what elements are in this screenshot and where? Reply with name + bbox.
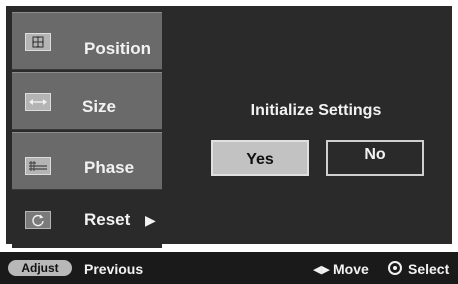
size-icon [25,93,51,111]
menu-panel: Position Size Phase Reset ▶ Initialize S… [6,6,452,248]
adjust-badge: Adjust [8,260,72,276]
footer-move-label: Move [333,261,369,277]
menu-item-label: Position [84,39,152,58]
yes-button[interactable]: Yes [211,140,309,176]
dialog-title: Initialize Settings [250,102,382,119]
menu-item-label: Size [82,97,117,116]
footer-bar: Adjust Previous ◀▶ Move Select [0,252,458,284]
osd-screen: Position Size Phase Reset ▶ Initialize S… [0,0,458,284]
adjust-label: Adjust [21,261,59,275]
footer-previous-label: Previous [84,261,144,277]
left-right-arrows-icon: ◀▶ [313,264,330,276]
menu-item-position[interactable]: Position [12,12,162,70]
position-icon [25,33,51,51]
menu-item-phase[interactable]: Phase [12,132,162,190]
submenu-arrow-icon: ▶ [145,212,156,228]
select-icon [388,261,402,275]
menu-item-reset[interactable]: Reset ▶ [12,192,162,248]
menu-item-label: Phase [84,158,135,177]
no-button-label: No [364,146,386,163]
yes-button-label: Yes [246,151,274,168]
reset-icon [25,211,51,229]
menu-item-label: Reset [84,210,131,229]
phase-icon [25,157,51,175]
no-button[interactable]: No [326,140,424,176]
menu-item-size[interactable]: Size [12,72,162,130]
footer-select-label: Select [408,261,450,277]
